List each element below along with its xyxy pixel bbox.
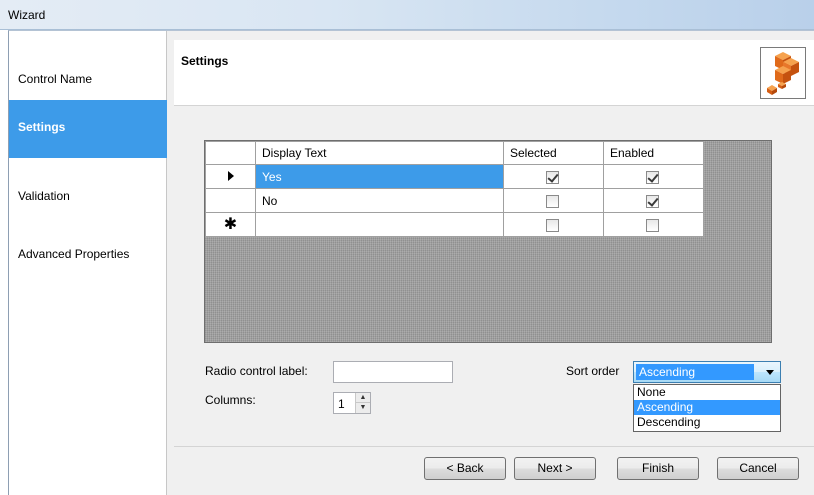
columns-stepper[interactable]: 1 ▲ ▼ [333,392,371,414]
selected-cell[interactable] [503,212,604,237]
display-text-cell[interactable]: Yes [255,164,504,189]
sidebar-item-settings[interactable]: Settings [9,100,167,158]
chevron-down-icon [766,370,774,375]
title-bar: Wizard [0,0,814,30]
selected-checkbox[interactable] [546,218,559,232]
selected-checkbox[interactable] [546,170,559,184]
row-header[interactable]: ✱ [205,212,256,237]
sidebar-item-validation[interactable]: Validation [9,158,167,216]
enabled-checkbox[interactable] [646,170,659,184]
selected-cell[interactable] [503,188,604,213]
row-header[interactable] [205,164,256,189]
grid-header-row: Display Text Selected Enabled [205,141,704,165]
page-header: Settings [174,40,814,106]
page-title: Settings [181,54,229,68]
data-grid[interactable]: Display Text Selected Enabled Yes No ✱ [204,140,772,343]
enabled-cell[interactable] [603,188,704,213]
next-button[interactable]: Next > [514,457,596,480]
sidebar-item-label: Advanced Properties [18,247,130,261]
selected-checkbox[interactable] [546,194,559,208]
table-row[interactable]: Yes [205,164,704,189]
current-row-arrow-icon [227,170,234,181]
sidebar-item-label: Control Name [18,72,93,86]
row-header[interactable] [205,188,256,213]
column-header-display-text[interactable]: Display Text [255,141,504,165]
display-text-cell[interactable]: No [255,188,504,213]
radio-control-label-input[interactable] [333,361,453,383]
dropdown-option-descending[interactable]: Descending [634,415,780,430]
sort-order-label: Sort order [566,364,620,378]
column-header-selected[interactable]: Selected [503,141,604,165]
enabled-cell[interactable] [603,164,704,189]
columns-value: 1 [338,397,345,411]
sidebar-item-control-name[interactable]: Control Name [9,41,167,99]
columns-label: Columns: [205,393,256,407]
sidebar-item-label: Settings [18,120,66,134]
cancel-button[interactable]: Cancel [717,457,799,480]
new-row-asterisk-icon: ✱ [223,215,238,233]
sidebar: Control Name Settings Validation Advance… [9,31,167,495]
cubes-icon [760,47,806,99]
radio-control-label-label: Radio control label: [205,364,308,378]
enabled-cell[interactable] [603,212,704,237]
enabled-checkbox[interactable] [646,218,659,232]
window-title: Wizard [8,8,46,22]
finish-button[interactable]: Finish [617,457,699,480]
display-text-cell[interactable] [255,212,504,237]
sort-order-selected-value: Ascending [636,364,754,380]
table-row[interactable]: No [205,188,704,213]
footer-divider [174,446,814,447]
grid-corner [205,141,256,165]
sidebar-item-advanced-properties[interactable]: Advanced Properties [9,216,167,274]
dropdown-option-none[interactable]: None [634,385,780,400]
dropdown-option-ascending[interactable]: Ascending [634,400,780,415]
sort-order-select[interactable]: Ascending [633,361,781,383]
spin-up-icon[interactable]: ▲ [356,393,370,403]
spin-down-icon[interactable]: ▼ [356,403,370,413]
enabled-checkbox[interactable] [646,194,659,208]
selected-cell[interactable] [503,164,604,189]
back-button[interactable]: < Back [424,457,506,480]
sort-order-dropdown: None Ascending Descending [633,384,781,432]
table-row-new[interactable]: ✱ [205,212,704,237]
column-header-enabled[interactable]: Enabled [603,141,704,165]
sidebar-item-label: Validation [18,189,70,203]
